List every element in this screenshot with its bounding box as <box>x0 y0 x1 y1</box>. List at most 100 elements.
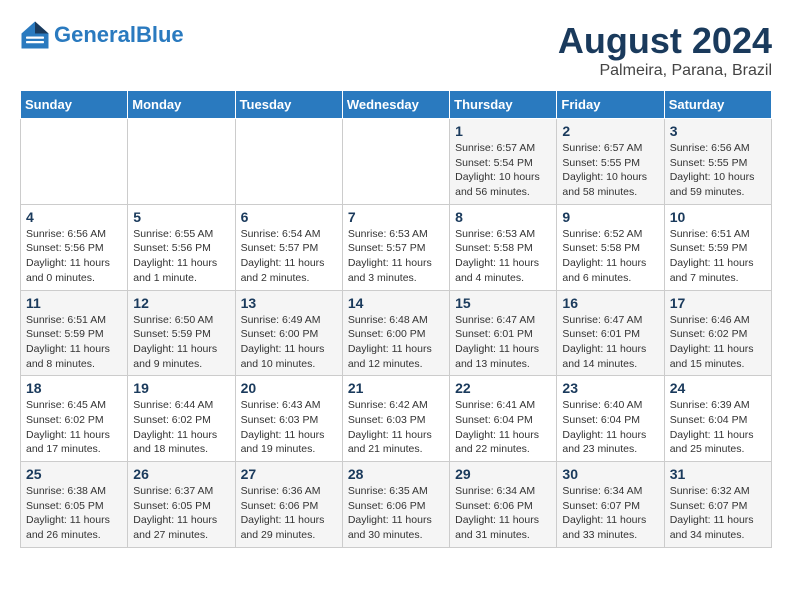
table-row: 27 Sunrise: 6:36 AM Sunset: 6:06 PM Dayli… <box>235 462 342 548</box>
col-header-tuesday: Tuesday <box>235 91 342 119</box>
page-header: GeneralBlue August 2024 Palmeira, Parana… <box>20 20 772 80</box>
day-info: Sunrise: 6:57 AM Sunset: 5:54 PM Dayligh… <box>455 141 551 200</box>
day-info: Sunrise: 6:56 AM Sunset: 5:56 PM Dayligh… <box>26 227 122 286</box>
day-number: 22 <box>455 380 551 396</box>
table-row <box>342 119 449 205</box>
table-row: 24Sunrise: 6:39 AM Sunset: 6:04 PM Dayli… <box>664 376 771 462</box>
logo-icon <box>20 20 50 50</box>
col-header-saturday: Saturday <box>664 91 771 119</box>
table-row: 18Sunrise: 6:45 AM Sunset: 6:02 PM Dayli… <box>21 376 128 462</box>
day-number: 7 <box>348 209 444 225</box>
col-header-thursday: Thursday <box>450 91 557 119</box>
table-row: 17 Sunrise: 6:46 AM Sunset: 6:02 PM Dayli… <box>664 290 771 376</box>
day-info: Sunrise: 6:45 AM Sunset: 6:02 PM Dayligh… <box>26 398 122 457</box>
day-info: Sunrise: 6:52 AM Sunset: 5:58 PM Dayligh… <box>562 227 658 286</box>
day-number: 1 <box>455 123 551 139</box>
day-info: Sunrise: 6:37 AM Sunset: 6:05 PM Dayligh… <box>133 484 229 543</box>
location: Palmeira, Parana, Brazil <box>558 62 772 80</box>
table-row: 3 Sunrise: 6:56 AM Sunset: 5:55 PM Daylig… <box>664 119 771 205</box>
table-row: 1 Sunrise: 6:57 AM Sunset: 5:54 PM Daylig… <box>450 119 557 205</box>
table-row: 30 Sunrise: 6:34 AM Sunset: 6:07 PM Dayli… <box>557 462 664 548</box>
day-info: Sunrise: 6:48 AM Sunset: 6:00 PM Dayligh… <box>348 313 444 372</box>
day-info: Sunrise: 6:47 AM Sunset: 6:01 PM Dayligh… <box>455 313 551 372</box>
day-info: Sunrise: 6:43 AM Sunset: 6:03 PM Dayligh… <box>241 398 337 457</box>
day-number: 25 <box>26 466 122 482</box>
day-number: 3 <box>670 123 766 139</box>
table-row: 11 Sunrise: 6:51 AM Sunset: 5:59 PM Dayli… <box>21 290 128 376</box>
table-row: 16Sunrise: 6:47 AM Sunset: 6:01 PM Dayli… <box>557 290 664 376</box>
day-number: 27 <box>241 466 337 482</box>
table-row <box>128 119 235 205</box>
col-header-sunday: Sunday <box>21 91 128 119</box>
day-number: 2 <box>562 123 658 139</box>
table-row: 8 Sunrise: 6:53 AM Sunset: 5:58 PM Daylig… <box>450 204 557 290</box>
logo-text: GeneralBlue <box>54 23 184 47</box>
table-row <box>235 119 342 205</box>
day-number: 20 <box>241 380 337 396</box>
day-info: Sunrise: 6:36 AM Sunset: 6:06 PM Dayligh… <box>241 484 337 543</box>
day-info: Sunrise: 6:50 AM Sunset: 5:59 PM Dayligh… <box>133 313 229 372</box>
day-number: 4 <box>26 209 122 225</box>
day-info: Sunrise: 6:57 AM Sunset: 5:55 PM Dayligh… <box>562 141 658 200</box>
table-row: 26 Sunrise: 6:37 AM Sunset: 6:05 PM Dayli… <box>128 462 235 548</box>
day-number: 23 <box>562 380 658 396</box>
table-row: 19 Sunrise: 6:44 AM Sunset: 6:02 PM Dayli… <box>128 376 235 462</box>
table-row: 5 Sunrise: 6:55 AM Sunset: 5:56 PM Daylig… <box>128 204 235 290</box>
day-info: Sunrise: 6:55 AM Sunset: 5:56 PM Dayligh… <box>133 227 229 286</box>
title-block: August 2024 Palmeira, Parana, Brazil <box>558 20 772 80</box>
table-row: 10 Sunrise: 6:51 AM Sunset: 5:59 PM Dayli… <box>664 204 771 290</box>
table-row: 7Sunrise: 6:53 AM Sunset: 5:57 PM Daylig… <box>342 204 449 290</box>
table-row: 29 Sunrise: 6:34 AM Sunset: 6:06 PM Dayli… <box>450 462 557 548</box>
day-info: Sunrise: 6:49 AM Sunset: 6:00 PM Dayligh… <box>241 313 337 372</box>
month-title: August 2024 <box>558 20 772 62</box>
day-info: Sunrise: 6:51 AM Sunset: 5:59 PM Dayligh… <box>26 313 122 372</box>
col-header-wednesday: Wednesday <box>342 91 449 119</box>
day-number: 9 <box>562 209 658 225</box>
day-info: Sunrise: 6:54 AM Sunset: 5:57 PM Dayligh… <box>241 227 337 286</box>
day-number: 31 <box>670 466 766 482</box>
day-number: 17 <box>670 295 766 311</box>
table-row: 12 Sunrise: 6:50 AM Sunset: 5:59 PM Dayli… <box>128 290 235 376</box>
day-info: Sunrise: 6:56 AM Sunset: 5:55 PM Dayligh… <box>670 141 766 200</box>
day-number: 24 <box>670 380 766 396</box>
table-row: 15 Sunrise: 6:47 AM Sunset: 6:01 PM Dayli… <box>450 290 557 376</box>
day-info: Sunrise: 6:42 AM Sunset: 6:03 PM Dayligh… <box>348 398 444 457</box>
table-row: 21 Sunrise: 6:42 AM Sunset: 6:03 PM Dayli… <box>342 376 449 462</box>
day-number: 30 <box>562 466 658 482</box>
day-number: 28 <box>348 466 444 482</box>
table-row: 13 Sunrise: 6:49 AM Sunset: 6:00 PM Dayli… <box>235 290 342 376</box>
day-number: 11 <box>26 295 122 311</box>
logo-line2: Blue <box>136 22 184 47</box>
day-info: Sunrise: 6:46 AM Sunset: 6:02 PM Dayligh… <box>670 313 766 372</box>
day-number: 29 <box>455 466 551 482</box>
day-info: Sunrise: 6:44 AM Sunset: 6:02 PM Dayligh… <box>133 398 229 457</box>
day-number: 13 <box>241 295 337 311</box>
day-info: Sunrise: 6:35 AM Sunset: 6:06 PM Dayligh… <box>348 484 444 543</box>
day-number: 12 <box>133 295 229 311</box>
logo-line1: General <box>54 22 136 47</box>
table-row: 14Sunrise: 6:48 AM Sunset: 6:00 PM Dayli… <box>342 290 449 376</box>
day-info: Sunrise: 6:51 AM Sunset: 5:59 PM Dayligh… <box>670 227 766 286</box>
day-number: 5 <box>133 209 229 225</box>
table-row: 20 Sunrise: 6:43 AM Sunset: 6:03 PM Dayli… <box>235 376 342 462</box>
day-info: Sunrise: 6:41 AM Sunset: 6:04 PM Dayligh… <box>455 398 551 457</box>
table-row: 23Sunrise: 6:40 AM Sunset: 6:04 PM Dayli… <box>557 376 664 462</box>
day-info: Sunrise: 6:34 AM Sunset: 6:07 PM Dayligh… <box>562 484 658 543</box>
day-number: 26 <box>133 466 229 482</box>
day-number: 15 <box>455 295 551 311</box>
table-row: 22 Sunrise: 6:41 AM Sunset: 6:04 PM Dayli… <box>450 376 557 462</box>
day-number: 8 <box>455 209 551 225</box>
day-info: Sunrise: 6:53 AM Sunset: 5:58 PM Dayligh… <box>455 227 551 286</box>
col-header-monday: Monday <box>128 91 235 119</box>
day-number: 10 <box>670 209 766 225</box>
day-number: 21 <box>348 380 444 396</box>
table-row <box>21 119 128 205</box>
day-info: Sunrise: 6:38 AM Sunset: 6:05 PM Dayligh… <box>26 484 122 543</box>
day-number: 6 <box>241 209 337 225</box>
day-number: 19 <box>133 380 229 396</box>
table-row: 2 Sunrise: 6:57 AM Sunset: 5:55 PM Daylig… <box>557 119 664 205</box>
table-row: 28 Sunrise: 6:35 AM Sunset: 6:06 PM Dayli… <box>342 462 449 548</box>
day-info: Sunrise: 6:34 AM Sunset: 6:06 PM Dayligh… <box>455 484 551 543</box>
day-info: Sunrise: 6:47 AM Sunset: 6:01 PM Dayligh… <box>562 313 658 372</box>
table-row: 25 Sunrise: 6:38 AM Sunset: 6:05 PM Dayli… <box>21 462 128 548</box>
